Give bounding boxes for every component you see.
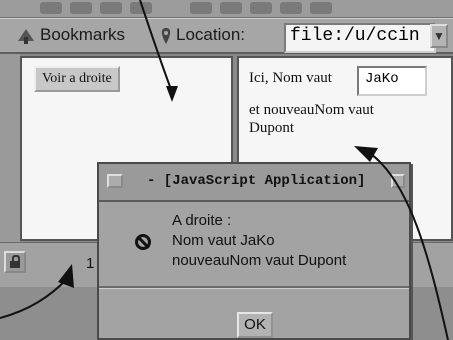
bookmarks-button[interactable]: Bookmarks [40,25,125,45]
print-icon[interactable] [250,2,272,14]
voir-a-droite-button[interactable]: Voir a droite [34,66,120,92]
javascript-alert-dialog: - [JavaScript Application] A droite : No… [97,162,411,340]
nom-label: Ici, Nom vaut [249,70,332,86]
images-icon[interactable] [190,2,212,14]
error-icon [135,234,151,250]
location-icon [161,28,171,44]
status-text: 1 [86,255,95,272]
dialog-title: - [JavaScript Application] [147,173,366,189]
nouveau-nom-label: et nouveauNom vaut [249,102,374,118]
maximize-icon[interactable] [391,174,405,188]
find-icon[interactable] [280,2,302,14]
home-icon[interactable] [100,2,122,14]
nom-input[interactable]: JaKo [357,66,427,96]
left-margin [0,54,20,242]
location-bar: Bookmarks Location: file:/u/ccin ▼ [0,18,453,54]
message-line-1: A droite : [172,212,232,229]
nouveau-nom-value: Dupont [249,120,294,136]
back-icon[interactable] [40,2,62,14]
reload-icon[interactable] [130,2,152,14]
dialog-separator [99,286,409,289]
forward-icon[interactable] [70,2,92,14]
window-menu-icon[interactable] [107,174,123,188]
ok-button[interactable]: OK [237,312,273,338]
message-line-3: nouveauNom vaut Dupont [172,252,347,269]
location-input[interactable]: file:/u/ccin [284,23,436,53]
location-label: Location: [176,25,245,44]
toolbar-strip [0,0,453,18]
open-icon[interactable] [220,2,242,14]
lock-icon[interactable] [4,251,26,273]
dialog-titlebar[interactable]: - [JavaScript Application] [99,164,409,202]
message-line-2: Nom vaut JaKo [172,232,275,249]
location-dropdown-icon[interactable]: ▼ [430,24,448,48]
stop-icon[interactable] [310,2,332,14]
bookmark-icon[interactable] [16,27,36,45]
